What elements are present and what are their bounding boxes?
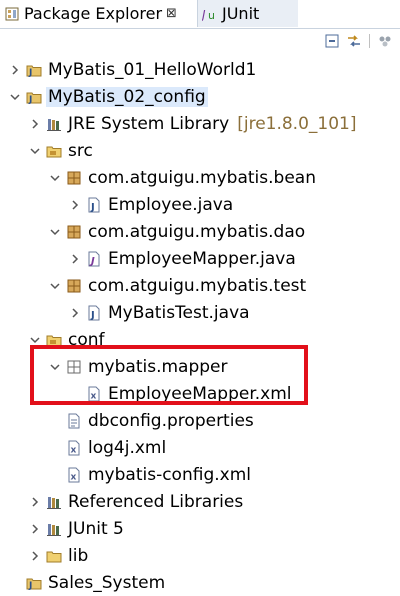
twisty-placeholder [48, 414, 62, 428]
chevron-right-icon[interactable] [68, 306, 82, 320]
tree-item[interactable]: Referenced Libraries [0, 488, 400, 515]
tree-item[interactable]: JRE System Library [jre1.8.0_101] [0, 110, 400, 137]
highlight-box [30, 345, 308, 405]
xml-file-icon: x [66, 467, 82, 483]
tree-item[interactable]: J EmployeeMapper.java [0, 245, 400, 272]
tree-item[interactable]: x mybatis-config.xml [0, 461, 400, 488]
tab-junit-label: JUnit [222, 4, 260, 23]
twisty-placeholder [48, 468, 62, 482]
package-icon [66, 278, 82, 294]
chevron-right-icon[interactable] [68, 198, 82, 212]
chevron-right-icon[interactable] [28, 495, 42, 509]
tree-item-label: src [68, 140, 93, 161]
tree-item-label: dbconfig.properties [88, 410, 254, 431]
java-interface-file-icon: J [86, 251, 102, 267]
toolbar-separator [369, 34, 370, 48]
tree-item[interactable]: J MyBatisTest.java [0, 299, 400, 326]
library-icon [46, 494, 62, 510]
tree-item-label: log4j.xml [88, 437, 167, 458]
xml-file-icon: x [66, 440, 82, 456]
chevron-right-icon[interactable] [28, 549, 42, 563]
tree-item-label: Referenced Libraries [68, 491, 244, 512]
tree-item-label: EmployeeMapper.java [108, 248, 296, 269]
tab-package-explorer-label: Package Explorer [24, 4, 163, 23]
tree-item-label: mybatis-config.xml [88, 464, 251, 485]
folder-icon [46, 548, 62, 564]
chevron-right-icon[interactable] [8, 63, 22, 77]
library-icon [46, 521, 62, 537]
tree-item-label: JRE System Library [68, 113, 230, 134]
java-file-icon: J [86, 197, 102, 213]
collapse-all-icon[interactable] [323, 32, 341, 50]
tree-item[interactable]: J MyBatis_02_config [0, 83, 400, 110]
svg-text:x: x [71, 472, 77, 482]
svg-text:x: x [71, 445, 77, 455]
svg-text:J: J [28, 95, 32, 105]
java-project-icon: J [26, 575, 42, 591]
tree-item[interactable]: dbconfig.properties [0, 407, 400, 434]
view-menu-icon[interactable] [376, 32, 394, 50]
tree-item[interactable]: JUnit 5 [0, 515, 400, 542]
view-tab-bar: Package Explorer ⊠ Ju JUnit [0, 0, 400, 29]
package-explorer-icon [4, 6, 20, 22]
tree-item-label: com.atguigu.mybatis.test [88, 275, 307, 296]
tree-item[interactable]: com.atguigu.mybatis.test [0, 272, 400, 299]
tree-item[interactable]: J Sales_System [0, 569, 400, 596]
tree-item[interactable]: com.atguigu.mybatis.bean [0, 164, 400, 191]
svg-text:J: J [90, 202, 95, 213]
tree-item[interactable]: J Employee.java [0, 191, 400, 218]
tree-item[interactable]: lib [0, 542, 400, 569]
twisty-placeholder [48, 441, 62, 455]
chevron-right-icon[interactable] [28, 117, 42, 131]
java-project-icon: J [26, 89, 42, 105]
tree-item[interactable]: com.atguigu.mybatis.dao [0, 218, 400, 245]
view-toolbar [323, 32, 394, 50]
chevron-right-icon[interactable] [28, 522, 42, 536]
tree-item-decoration: [jre1.8.0_101] [237, 113, 357, 134]
tree-item-label: Employee.java [108, 194, 234, 215]
java-project-icon: J [26, 62, 42, 78]
chevron-down-icon[interactable] [48, 225, 62, 239]
tree-item[interactable]: x log4j.xml [0, 434, 400, 461]
tree-item-label: lib [68, 545, 89, 566]
source-folder-icon [46, 143, 62, 159]
properties-file-icon [66, 413, 82, 429]
tree-item[interactable]: src [0, 137, 400, 164]
chevron-down-icon[interactable] [48, 279, 62, 293]
tab-junit[interactable]: Ju JUnit [198, 0, 298, 27]
chevron-down-icon[interactable] [8, 90, 22, 104]
tree-item-label: MyBatis_01_HelloWorld1 [48, 59, 257, 80]
tab-package-explorer[interactable]: Package Explorer ⊠ [0, 0, 198, 27]
link-with-editor-icon[interactable] [345, 32, 363, 50]
package-icon [66, 170, 82, 186]
tree-item-label: MyBatisTest.java [108, 302, 250, 323]
library-icon [46, 116, 62, 132]
tree-item-label: com.atguigu.mybatis.bean [88, 167, 316, 188]
chevron-down-icon[interactable] [48, 171, 62, 185]
svg-text:J: J [90, 310, 95, 321]
tree-item[interactable]: J MyBatis_01_HelloWorld1 [0, 56, 400, 83]
junit-icon: Ju [202, 6, 218, 22]
chevron-right-icon[interactable] [68, 252, 82, 266]
tree-item-label: com.atguigu.mybatis.dao [88, 221, 306, 242]
close-tab-icon[interactable]: ⊠ [166, 6, 177, 21]
chevron-down-icon[interactable] [28, 144, 42, 158]
tree-item-label: JUnit 5 [68, 518, 124, 539]
twisty-placeholder [8, 576, 22, 590]
svg-text:J: J [202, 8, 206, 22]
tree-item-label: Sales_System [48, 572, 166, 593]
java-file-icon: J [86, 305, 102, 321]
svg-text:J: J [28, 581, 32, 591]
svg-text:u: u [208, 9, 215, 22]
tree-item-label: MyBatis_02_config [46, 86, 208, 107]
package-icon [66, 224, 82, 240]
svg-text:J: J [28, 68, 32, 78]
